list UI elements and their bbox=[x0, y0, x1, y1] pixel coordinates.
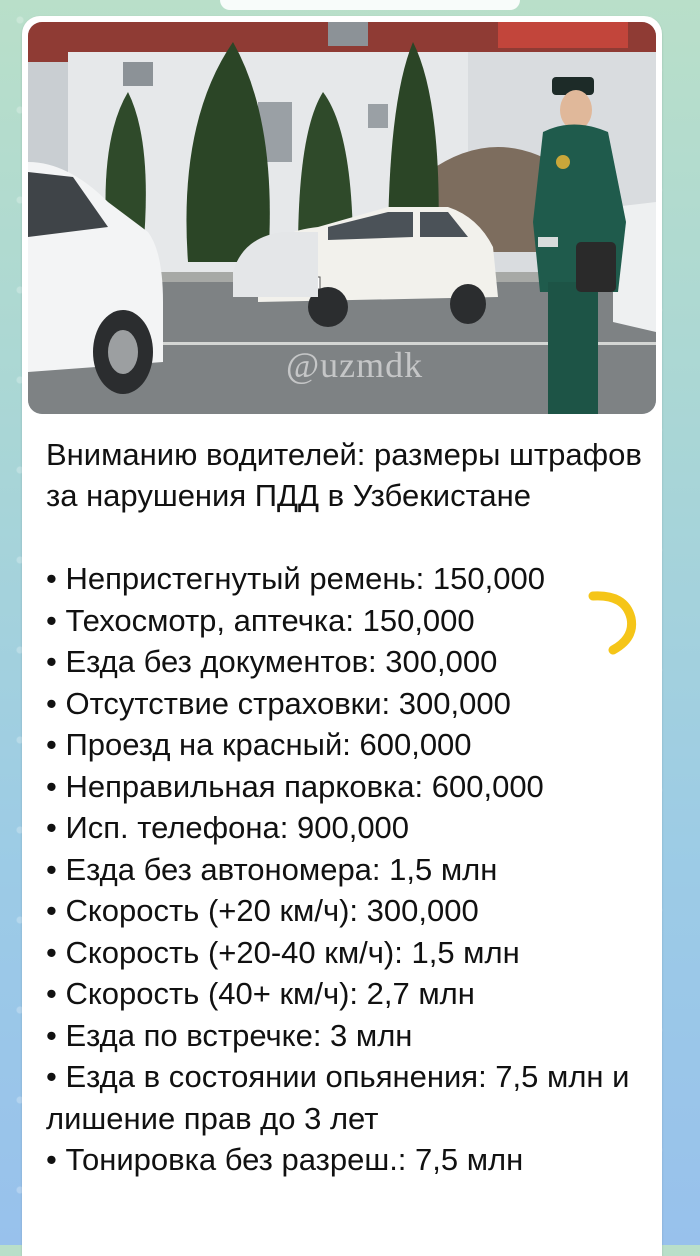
fine-item-speed-20: • Скорость (+20 км/ч): 300,000 bbox=[46, 893, 479, 928]
fine-item-red-light: • Проезд на красный: 600,000 bbox=[46, 727, 472, 762]
fine-item-seatbelt: • Непристегнутый ремень: 150,000 bbox=[46, 561, 545, 596]
fine-item-phone: • Исп. телефона: 900,000 bbox=[46, 810, 410, 845]
fine-item-wrong-way: • Езда по встречке: 3 млн bbox=[46, 1017, 413, 1053]
fine-item-no-documents: • Езда без документов: 300,000 bbox=[46, 644, 498, 679]
post-title: Вниманию водителей: размеры штрафов за н… bbox=[46, 437, 642, 513]
top-strip bbox=[220, 0, 520, 10]
fine-item-tint: • Тонировка без разреш.: 7,5 млн bbox=[46, 1142, 524, 1177]
fine-item-no-plate: • Езда без автономера: 1,5 млн bbox=[46, 851, 498, 887]
fine-item-drunk-driving: • Езда в состоянии опьянения: 7,5 млн и … bbox=[46, 1059, 630, 1136]
fine-item-speed-20-40: • Скорость (+20-40 км/ч): 1,5 млн bbox=[46, 934, 520, 970]
fine-item-no-insurance: • Отсутствие страховки: 300,000 bbox=[46, 685, 511, 721]
photo-watermark: @uzmdk bbox=[286, 345, 424, 385]
post-text: Вниманию водителей: размеры штрафов за н… bbox=[46, 434, 652, 1181]
fine-item-inspection-kit: • Техосмотр, аптечка: 150,000 bbox=[46, 602, 475, 638]
message-bubble[interactable]: @uzmdk Вниманию водителей: размеры штраф… bbox=[22, 16, 662, 1256]
post-photo[interactable]: @uzmdk bbox=[28, 22, 656, 414]
fine-item-speed-40-plus: • Скорость (40+ км/ч): 2,7 млн bbox=[46, 976, 475, 1011]
fine-item-parking: • Неправильная парковка: 600,000 bbox=[46, 768, 544, 804]
fines-list: • Непристегнутый ремень: 150,000 • Техос… bbox=[46, 558, 652, 1181]
